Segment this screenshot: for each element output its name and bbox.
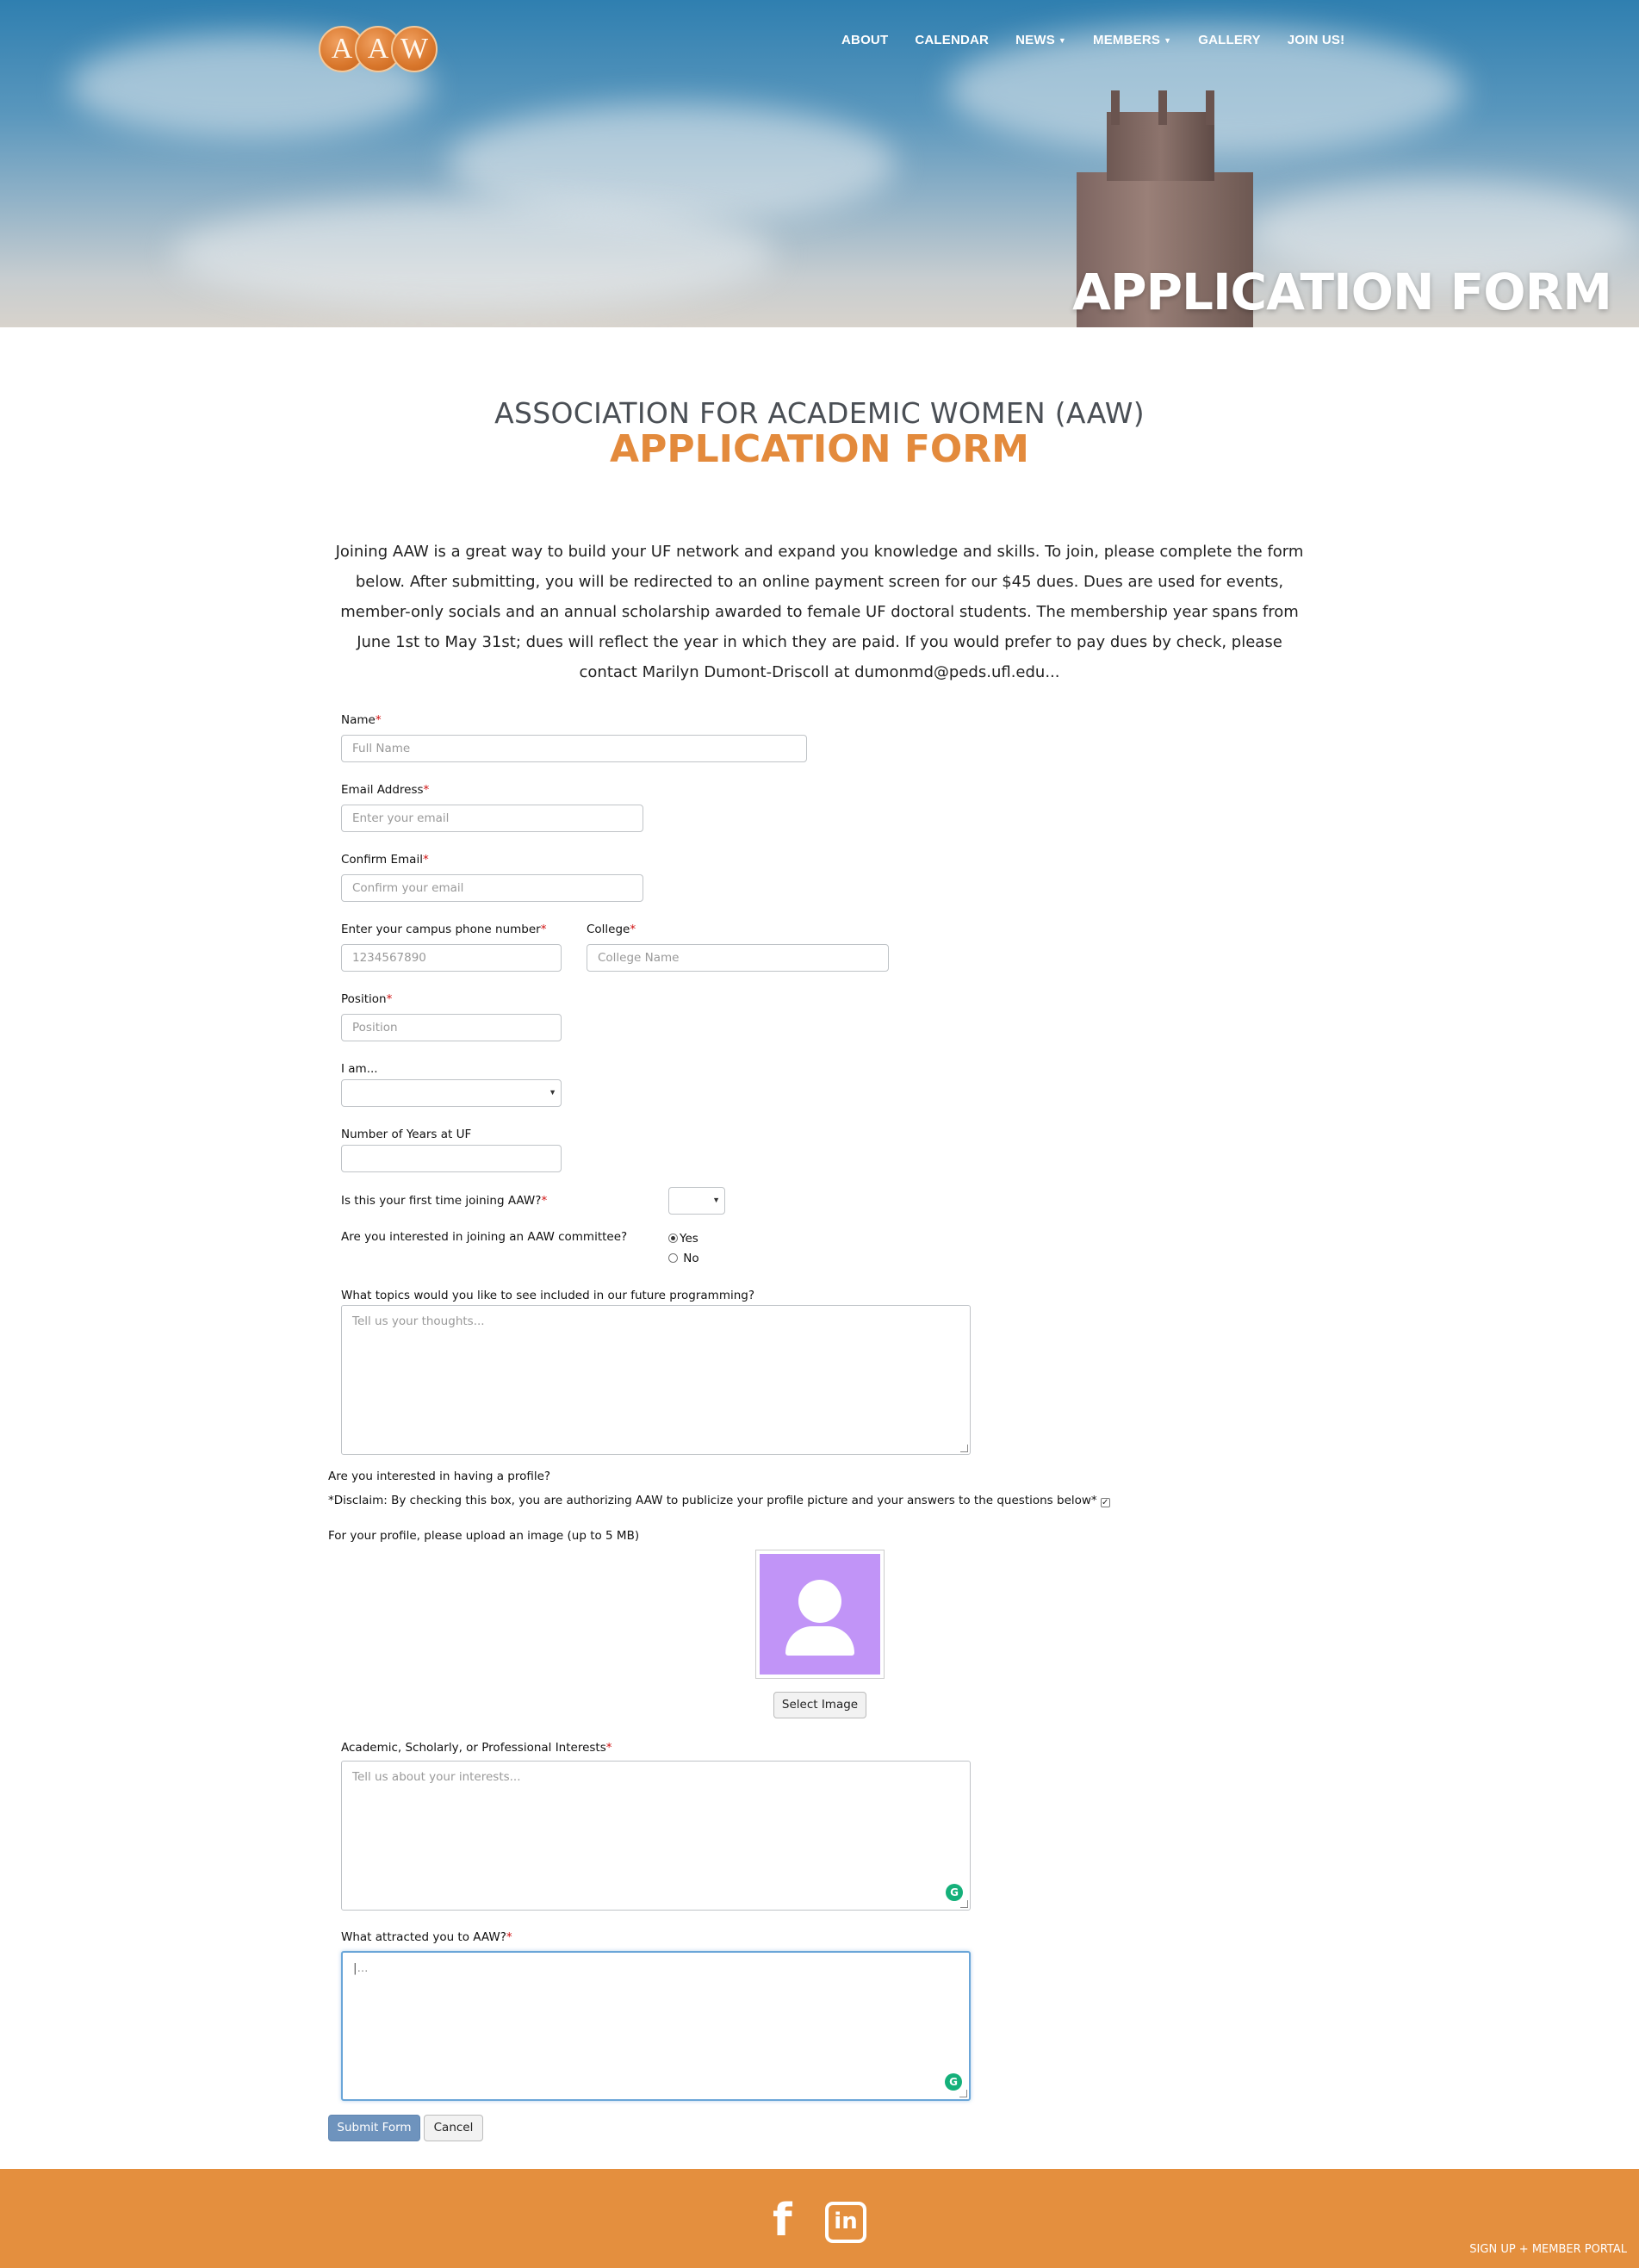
- main-nav: ABOUT CALENDAR NEWS ▼ MEMBERS ▼ GALLERY JO…: [841, 33, 1371, 47]
- form-title: APPLICATION FORM: [610, 427, 1029, 471]
- nav-label: GALLERY: [1198, 33, 1261, 47]
- first-time-select[interactable]: ▼: [668, 1187, 725, 1215]
- required-mark: *: [540, 923, 547, 936]
- committee-radio-yes[interactable]: Yes: [668, 1232, 698, 1246]
- name-label: Name*: [341, 713, 382, 727]
- label-text: College: [587, 923, 630, 936]
- label-text: Confirm Email: [341, 853, 423, 867]
- caret-down-icon: ▼: [1164, 36, 1172, 46]
- i-am-label: I am...: [341, 1062, 378, 1076]
- grammarly-icon[interactable]: G: [945, 2073, 962, 2091]
- upload-label: For your profile, please upload an image…: [328, 1529, 640, 1543]
- hero-title: APPLICATION FORM: [1072, 263, 1612, 321]
- org-title: ASSOCIATION FOR ACADEMIC WOMEN (AAW): [494, 396, 1145, 430]
- linkedin-icon[interactable]: in: [825, 2202, 866, 2243]
- resize-grip-icon[interactable]: [960, 1445, 968, 1452]
- required-mark: *: [605, 1741, 612, 1755]
- required-mark: *: [506, 1930, 512, 1944]
- profile-image-preview: [755, 1550, 885, 1679]
- required-mark: *: [386, 992, 393, 1006]
- nav-label: MEMBERS: [1093, 33, 1161, 47]
- chevron-down-icon: ▼: [549, 1088, 556, 1097]
- submit-button[interactable]: Submit Form: [328, 2115, 420, 2141]
- years-input[interactable]: [341, 1145, 562, 1172]
- i-am-select[interactable]: ▼: [341, 1079, 562, 1107]
- name-input[interactable]: Full Name: [341, 735, 807, 762]
- nav-item-calendar[interactable]: CALENDAR: [915, 33, 989, 47]
- position-label: Position*: [341, 992, 392, 1006]
- nav-label: NEWS: [1015, 33, 1055, 47]
- footer: f in SIGN UP + MEMBER PORTAL: [0, 2169, 1639, 2268]
- label-text: Name: [341, 713, 376, 727]
- logo-letter: W: [391, 26, 438, 72]
- disclaimer-text: *Disclaim: By checking this box, you are…: [328, 1494, 1097, 1507]
- email-input[interactable]: Enter your email: [341, 805, 643, 832]
- radio-label: Yes: [680, 1232, 698, 1246]
- textarea-placeholder: ...: [357, 1961, 369, 1975]
- select-image-button[interactable]: Select Image: [773, 1692, 866, 1718]
- profile-consent-checkbox[interactable]: ✓: [1100, 1498, 1110, 1507]
- textarea-placeholder: Tell us about your interests...: [352, 1770, 521, 1784]
- label-text: Enter your campus phone number: [341, 923, 541, 936]
- caret-down-icon: ▼: [1058, 36, 1067, 46]
- resize-grip-icon[interactable]: [959, 2090, 967, 2097]
- nav-label: JOIN US!: [1287, 33, 1345, 47]
- required-mark: *: [630, 923, 636, 936]
- nav-label: CALENDAR: [915, 33, 990, 47]
- radio-unchecked-icon: [668, 1253, 678, 1263]
- years-label: Number of Years at UF: [341, 1128, 472, 1141]
- grammarly-icon[interactable]: G: [946, 1884, 963, 1901]
- label-text: Is this your first time joining AAW?: [341, 1194, 542, 1208]
- radio-label: No: [683, 1252, 699, 1265]
- committee-label: Are you interested in joining an AAW com…: [341, 1230, 628, 1244]
- confirm-email-label: Confirm Email*: [341, 853, 429, 867]
- member-portal-link[interactable]: SIGN UP + MEMBER PORTAL: [1469, 2243, 1627, 2256]
- topics-label: What topics would you like to see includ…: [341, 1289, 755, 1302]
- attracted-label: What attracted you to AAW?*: [341, 1930, 512, 1944]
- interests-textarea[interactable]: Tell us about your interests... G: [341, 1761, 971, 1911]
- nav-item-about[interactable]: ABOUT: [841, 33, 888, 47]
- label-text: What attracted you to AAW?: [341, 1930, 506, 1944]
- cancel-button[interactable]: Cancel: [424, 2115, 483, 2141]
- profile-disclaimer: *Disclaim: By checking this box, you are…: [328, 1494, 1110, 1507]
- college-label: College*: [587, 923, 636, 936]
- resize-grip-icon[interactable]: [960, 1900, 968, 1908]
- nav-item-gallery[interactable]: GALLERY: [1198, 33, 1261, 47]
- topics-textarea[interactable]: Tell us your thoughts...: [341, 1305, 971, 1455]
- nav-item-news[interactable]: NEWS ▼: [1015, 33, 1066, 47]
- confirm-email-input[interactable]: Confirm your email: [341, 874, 643, 902]
- label-text: Academic, Scholarly, or Professional Int…: [341, 1741, 606, 1755]
- cloud: [172, 198, 775, 310]
- profile-question: Are you interested in having a profile?: [328, 1470, 551, 1483]
- hero-banner: A A W ABOUT CALENDAR NEWS ▼ MEMBERS ▼ GALL…: [0, 0, 1639, 327]
- committee-radio-no[interactable]: No: [668, 1252, 699, 1265]
- avatar-placeholder-icon: [760, 1554, 880, 1675]
- required-mark: *: [423, 783, 430, 797]
- college-input[interactable]: College Name: [587, 944, 889, 972]
- aaw-logo[interactable]: A A W: [319, 26, 439, 74]
- required-mark: *: [375, 713, 382, 727]
- label-text: Position: [341, 992, 387, 1006]
- nav-label: ABOUT: [841, 33, 889, 47]
- position-input[interactable]: Position: [341, 1014, 562, 1041]
- facebook-icon[interactable]: f: [773, 2198, 792, 2243]
- required-mark: *: [541, 1194, 548, 1208]
- radio-checked-icon: [668, 1233, 678, 1243]
- nav-item-join-us[interactable]: JOIN US!: [1288, 33, 1345, 47]
- interests-label: Academic, Scholarly, or Professional Int…: [341, 1741, 612, 1755]
- textarea-placeholder: Tell us your thoughts...: [352, 1314, 485, 1328]
- email-label: Email Address*: [341, 783, 429, 797]
- phone-label: Enter your campus phone number*: [341, 923, 546, 936]
- label-text: Email Address: [341, 783, 424, 797]
- chevron-down-icon: ▼: [712, 1196, 720, 1204]
- required-mark: *: [422, 853, 429, 867]
- attracted-textarea[interactable]: |... G: [341, 1951, 971, 2101]
- nav-item-members[interactable]: MEMBERS ▼: [1093, 33, 1171, 47]
- first-time-label: Is this your first time joining AAW?*: [341, 1194, 547, 1208]
- intro-paragraph: Joining AAW is a great way to build your…: [335, 543, 1304, 681]
- phone-input[interactable]: 1234567890: [341, 944, 562, 972]
